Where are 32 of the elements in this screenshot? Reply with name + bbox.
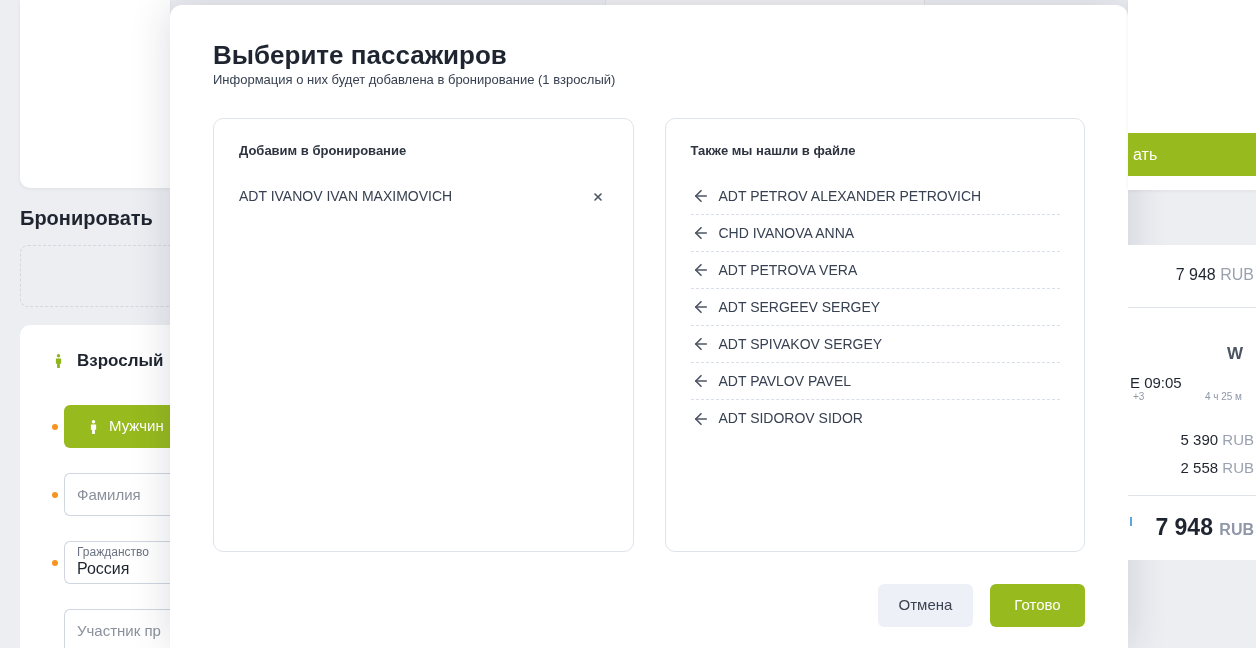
person-icon	[55, 353, 62, 369]
dialog-title: Выберите пассажиров	[213, 40, 507, 70]
passenger-list-item[interactable]: ADT PETROV ALEXANDER PETROVICH	[690, 178, 1060, 215]
input-field[interactable]: Участник пр	[64, 609, 170, 648]
price-amount: 7 948 RUB	[1175, 264, 1254, 285]
person-icon	[90, 418, 97, 435]
input-field[interactable]: Фамилия	[64, 473, 170, 516]
panel-heading: Добавим в бронирование	[239, 143, 407, 159]
field-value: Россия	[77, 559, 130, 579]
price-amount: 5 390 RUB	[1180, 430, 1254, 450]
select-field[interactable]: Гражданство Россия	[64, 541, 170, 584]
field-label: Гражданство	[77, 545, 149, 559]
fare-class: W	[1226, 344, 1243, 364]
passenger-list-item[interactable]: ADT SIDOROV SIDOR	[690, 400, 1060, 437]
total-amount: 7 948 RUB	[1155, 512, 1254, 542]
passenger-list-item[interactable]: ADT SERGEEV SERGEY	[690, 289, 1060, 326]
passenger-list-item[interactable]: CHD IVANOVA ANNA	[690, 215, 1060, 252]
arrival-time: E 09:05	[1130, 375, 1182, 391]
passenger-list-item[interactable]: ADT PAVLOV PAVEL	[690, 363, 1060, 400]
price-amount: 2 558 RUB	[1180, 458, 1254, 478]
remove-button[interactable]	[591, 190, 604, 203]
passenger-list-item[interactable]: ADT PETROVA VERA	[690, 252, 1060, 289]
close-icon	[591, 190, 604, 203]
passenger-name: ADT IVANOV IVAN MAXIMOVICH	[239, 187, 453, 206]
flight-duration: 4 ч 25 м	[1204, 391, 1242, 403]
cancel-button[interactable]: Отмена	[878, 584, 973, 627]
section-title: Бронировать	[20, 206, 153, 230]
day-offset: +3	[1133, 391, 1145, 403]
passenger-type-title: Взрослый	[77, 350, 164, 373]
dialog-subtitle: Информация о них будет добавлена в бронирование (1 взрослый)	[213, 72, 616, 88]
passenger-list-item[interactable]: ADT SPIVAKOV SERGEY	[690, 326, 1060, 363]
panel-heading: Также мы нашли в файле	[690, 143, 856, 159]
